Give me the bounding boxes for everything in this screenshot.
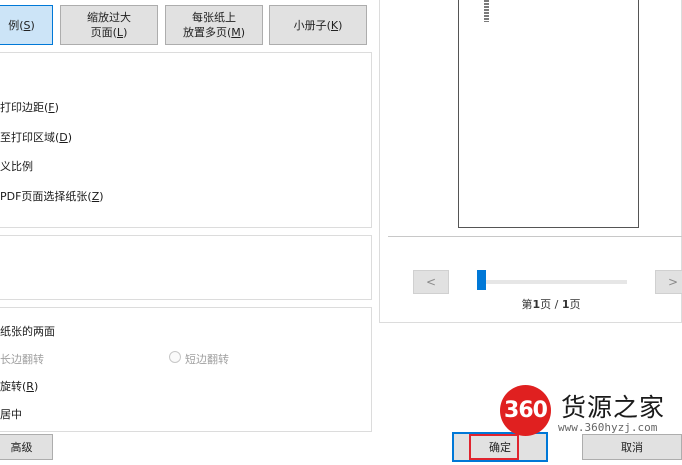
auto-center-option[interactable]: 居中 [0, 406, 22, 422]
watermark-logo-icon: 360 [500, 385, 551, 436]
auto-rotate-option[interactable]: 旋转(R) [0, 378, 38, 394]
previous-page-button[interactable]: < [413, 270, 449, 294]
chevron-left-icon: < [425, 275, 437, 289]
next-page-button[interactable]: > [655, 270, 682, 294]
preview-text-marks [484, 0, 489, 22]
ok-button-highlight [469, 434, 519, 460]
sizing-button-multiple[interactable]: 每张纸上 放置多页(M) [165, 5, 263, 45]
chevron-right-icon: > [667, 275, 679, 289]
duplex-group [0, 307, 372, 432]
cancel-button-label: 取消 [621, 441, 643, 454]
sizing-button-shrink-label: 缩放过大 页面(L) [87, 11, 131, 39]
option-custom-scale[interactable]: 义比例 [0, 158, 33, 174]
watermark-title: 货源之家 [561, 393, 666, 422]
sizing-button-actual-label: 例(S) [8, 18, 35, 32]
duplex-short-edge-radio[interactable] [169, 351, 181, 363]
advanced-button-label: 高级 [10, 441, 33, 454]
page-slider-thumb[interactable] [477, 270, 486, 290]
preview-page [458, 0, 639, 228]
sizing-button-actual[interactable]: 例(S) [0, 5, 53, 45]
advanced-button[interactable]: 高级 [0, 434, 53, 460]
option-choose-paper-by-pdf[interactable]: PDF页面选择纸张(Z) [0, 188, 104, 204]
sizing-button-booklet-label: 小册子(K) [293, 18, 343, 32]
duplex-long-edge[interactable]: 长边翻转 [0, 351, 44, 367]
preview-divider [388, 236, 682, 237]
watermark-url: www.360hyzj.com [558, 421, 658, 434]
sizing-button-booklet[interactable]: 小册子(K) [269, 5, 367, 45]
sizing-button-multiple-label: 每张纸上 放置多页(M) [182, 11, 246, 39]
cancel-button[interactable]: 取消 [582, 434, 682, 460]
option-fit-margins[interactable]: 打印边距(F) [0, 99, 59, 115]
page-indicator: 第1页 / 1页 [521, 298, 581, 311]
orientation-group [0, 235, 372, 300]
duplex-title[interactable]: 纸张的两面 [0, 323, 55, 339]
page-slider-track[interactable] [477, 280, 627, 284]
duplex-short-edge[interactable]: 短边翻转 [185, 351, 229, 367]
sizing-button-shrink[interactable]: 缩放过大 页面(L) [60, 5, 158, 45]
option-shrink-to-area[interactable]: 至打印区域(D) [0, 129, 72, 145]
